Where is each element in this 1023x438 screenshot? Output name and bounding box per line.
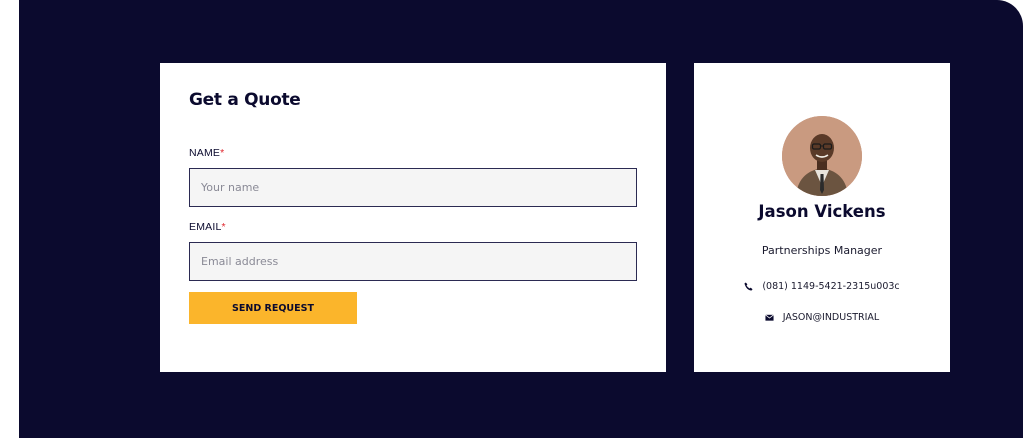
envelope-icon [764, 314, 774, 321]
email-label: EMAIL* [189, 221, 226, 233]
phone-row: (081) 1149-5421-2315u003c [694, 281, 950, 292]
name-label: NAME* [189, 147, 224, 159]
dark-background-panel: Get a Quote NAME* EMAIL* SEND REQUEST [19, 0, 1023, 438]
profile-role: Partnerships Manager [761, 244, 883, 257]
profile-name: Jason Vickens [758, 202, 886, 221]
name-input[interactable] [189, 168, 637, 207]
phone-icon [744, 282, 753, 291]
quote-form-card: Get a Quote NAME* EMAIL* SEND REQUEST [160, 63, 666, 372]
email-row: JASON@INDUSTRIAL [694, 312, 950, 323]
send-request-button[interactable]: SEND REQUEST [189, 292, 357, 324]
phone-number[interactable]: (081) 1149-5421-2315u003c [762, 281, 899, 292]
email-address[interactable]: JASON@INDUSTRIAL [783, 312, 879, 323]
form-title: Get a Quote [189, 90, 301, 110]
contact-profile-card: Jason Vickens Partnerships Manager (081)… [694, 63, 950, 372]
email-label-text: EMAIL [189, 221, 222, 233]
avatar [782, 116, 862, 196]
person-portrait-icon [782, 116, 862, 196]
name-label-text: NAME [189, 147, 221, 159]
required-mark: * [220, 147, 225, 159]
required-mark: * [221, 221, 226, 233]
email-input[interactable] [189, 242, 637, 281]
